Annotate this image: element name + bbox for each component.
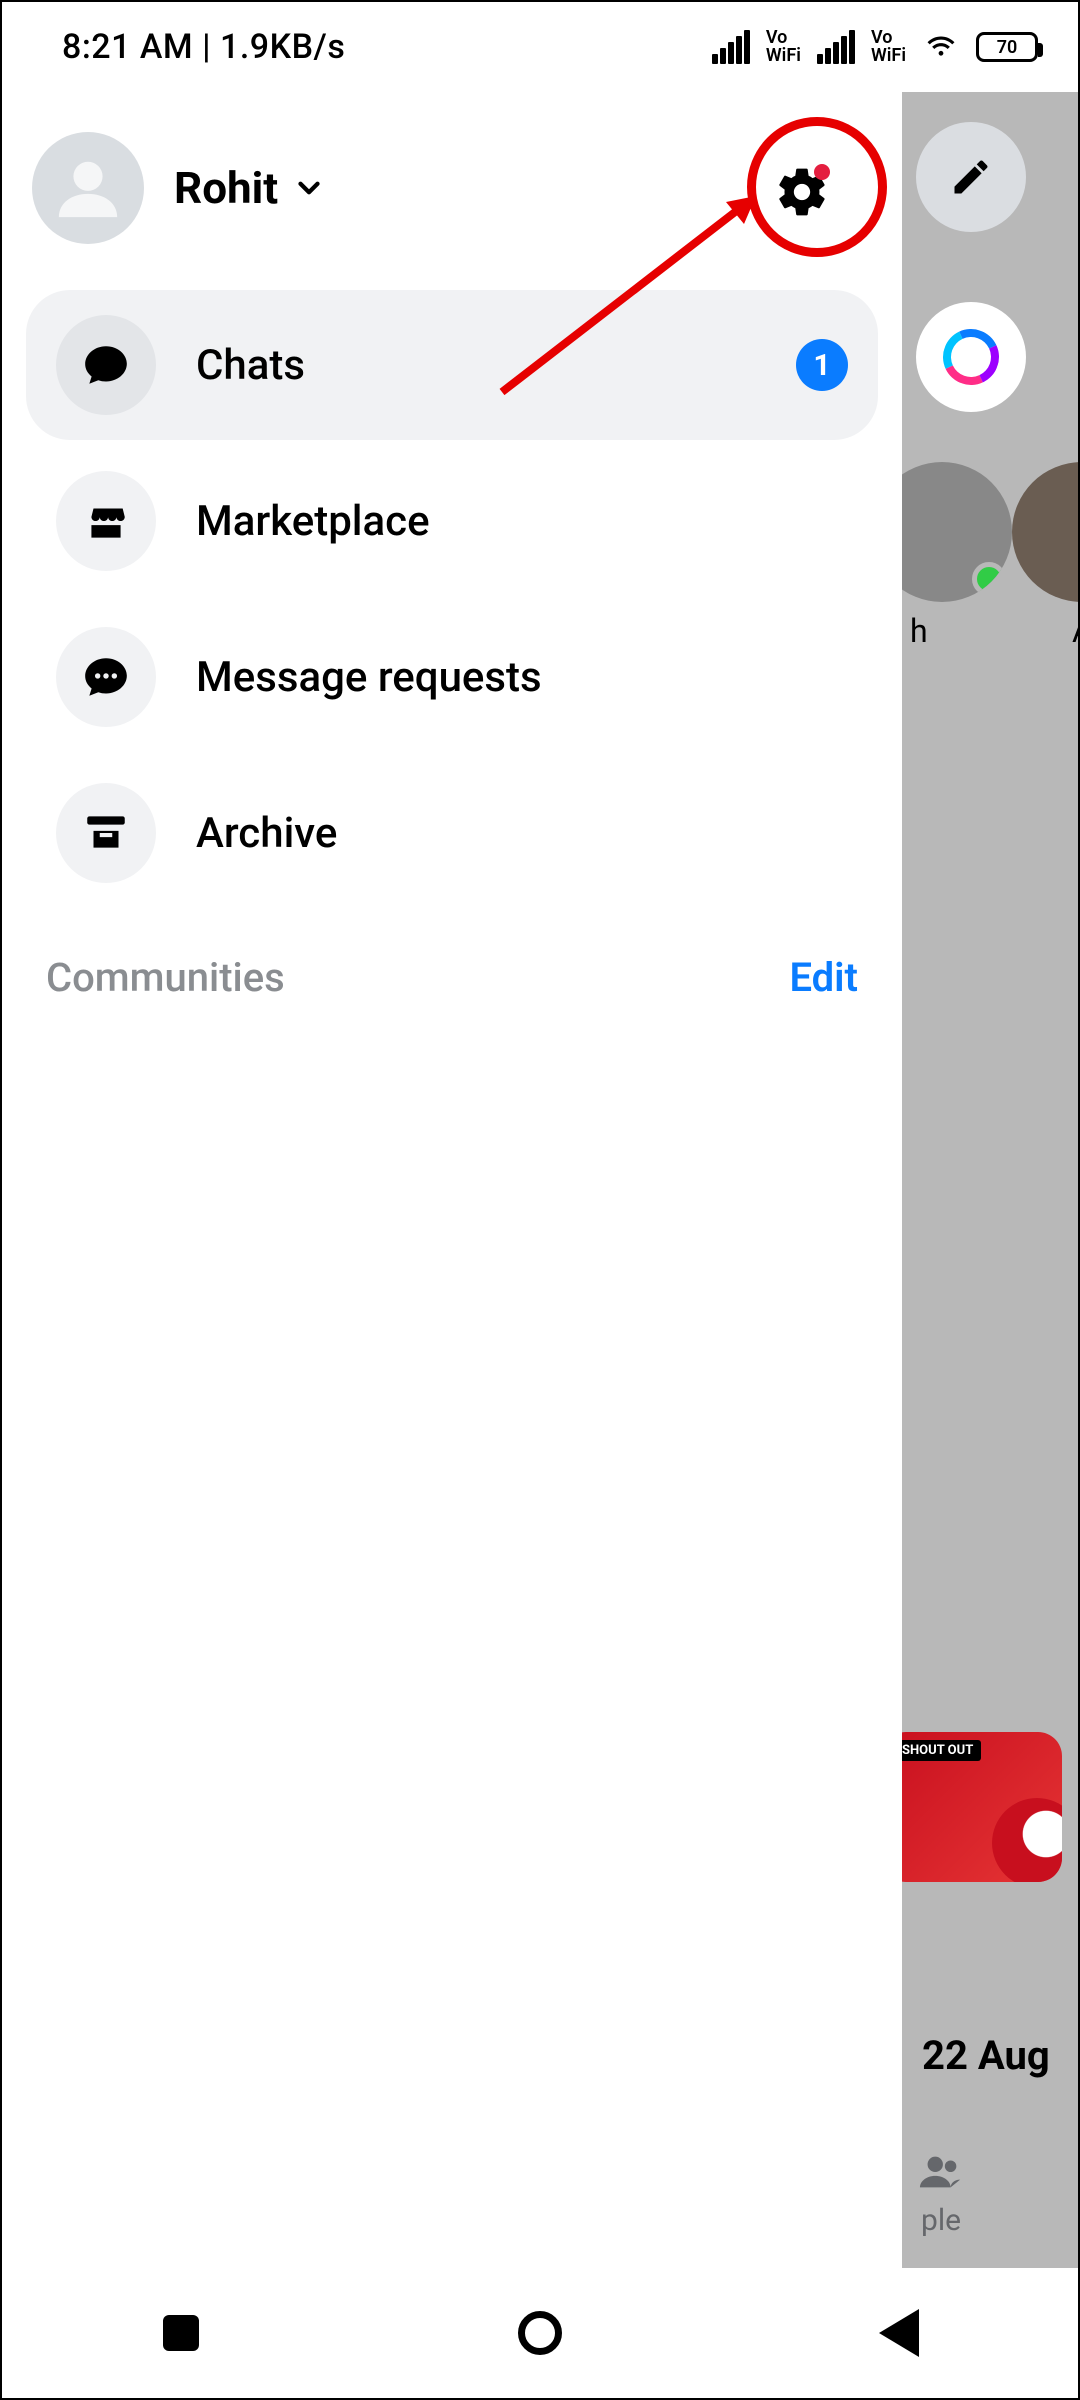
vowifi-icon-1: VoWiFi bbox=[766, 29, 801, 65]
chat-icon bbox=[56, 315, 156, 415]
promo-tag: SHOUT OUT bbox=[902, 1740, 981, 1761]
sidebar-item-label: Message requests bbox=[196, 653, 848, 702]
avatar[interactable] bbox=[32, 132, 144, 244]
pencil-icon bbox=[949, 155, 993, 199]
communities-section-header: Communities Edit bbox=[2, 914, 902, 1001]
megaphone-icon bbox=[992, 1798, 1062, 1882]
battery-icon: 70 bbox=[976, 32, 1038, 62]
people-icon bbox=[918, 2149, 964, 2195]
chevron-down-icon bbox=[292, 171, 326, 205]
meta-ai-icon bbox=[935, 321, 1007, 393]
drawer-header: Rohit bbox=[2, 112, 902, 284]
sidebar-item-label: Marketplace bbox=[196, 497, 848, 546]
sidebar-item-label: Chats bbox=[196, 341, 796, 390]
sidebar-item-message-requests[interactable]: Message requests bbox=[26, 602, 878, 752]
account-switcher[interactable]: Rohit bbox=[174, 162, 326, 214]
user-name: Rohit bbox=[174, 162, 278, 214]
behind-scrim[interactable]: h A SHOUT OUT 22 Aug ple bbox=[902, 92, 1078, 2268]
story-item-1[interactable]: h bbox=[902, 462, 1012, 650]
home-button[interactable] bbox=[510, 2303, 570, 2363]
notification-dot-icon bbox=[814, 164, 830, 180]
system-navigation-bar bbox=[2, 2268, 1078, 2398]
archive-icon bbox=[56, 783, 156, 883]
status-bar: 8:21 AM | 1.9KB/s VoWiFi VoWiFi 70 bbox=[2, 2, 1078, 92]
story-label: h bbox=[902, 612, 1012, 650]
sidebar-item-archive[interactable]: Archive bbox=[26, 758, 878, 908]
status-time-net: 8:21 AM | 1.9KB/s bbox=[62, 27, 345, 67]
signal-icon-2 bbox=[817, 30, 855, 64]
edit-communities-button[interactable]: Edit bbox=[789, 954, 858, 1001]
people-tab[interactable]: ple bbox=[918, 2149, 964, 2238]
marketplace-icon bbox=[56, 471, 156, 571]
story-label: A bbox=[1012, 612, 1078, 650]
message-requests-icon bbox=[56, 627, 156, 727]
chat-preview-image[interactable]: SHOUT OUT bbox=[902, 1732, 1062, 1882]
navigation-drawer: Rohit Chats 1 Marketplace Message reques… bbox=[2, 92, 902, 2268]
people-tab-label: ple bbox=[918, 2203, 964, 2238]
settings-button[interactable] bbox=[752, 142, 852, 242]
vowifi-icon-2: VoWiFi bbox=[871, 29, 906, 65]
recents-button[interactable] bbox=[151, 2303, 211, 2363]
back-button[interactable] bbox=[869, 2303, 929, 2363]
sidebar-item-chats[interactable]: Chats 1 bbox=[26, 290, 878, 440]
meta-ai-button[interactable] bbox=[916, 302, 1026, 412]
battery-level: 70 bbox=[997, 37, 1018, 58]
story-item-2[interactable]: A bbox=[1012, 462, 1078, 650]
online-dot-icon bbox=[972, 562, 1006, 596]
sidebar-item-marketplace[interactable]: Marketplace bbox=[26, 446, 878, 596]
wifi-icon bbox=[922, 24, 960, 71]
unread-badge: 1 bbox=[796, 339, 848, 391]
status-right: VoWiFi VoWiFi 70 bbox=[712, 24, 1038, 71]
compose-button[interactable] bbox=[916, 122, 1026, 232]
signal-icon-1 bbox=[712, 30, 750, 64]
chat-date: 22 Aug bbox=[922, 2032, 1050, 2079]
sidebar-item-label: Archive bbox=[196, 809, 848, 858]
communities-heading: Communities bbox=[46, 954, 285, 1001]
